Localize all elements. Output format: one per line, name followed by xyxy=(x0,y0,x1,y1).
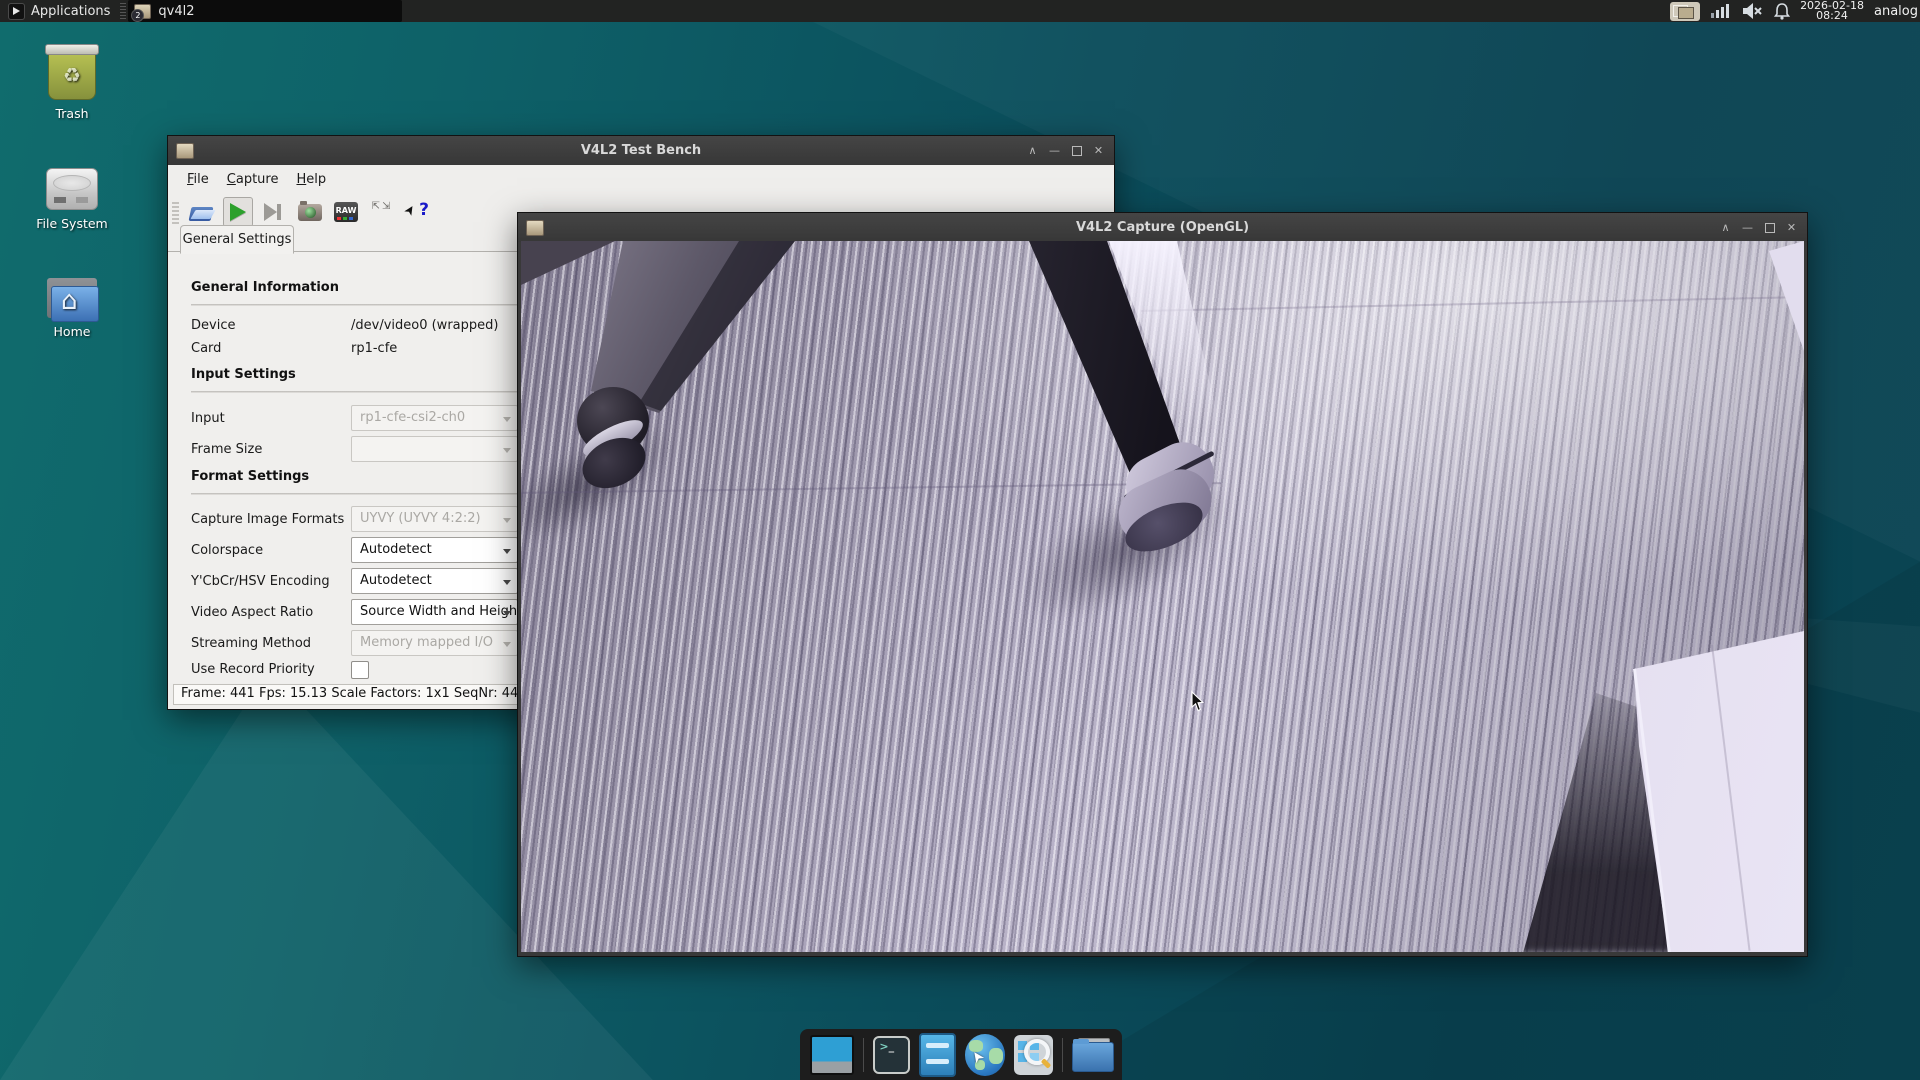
user-label: analog xyxy=(1874,4,1918,19)
capture-formats-select[interactable]: UYVY (UYVY 4:2:2) xyxy=(351,506,518,532)
dock-file-cabinet[interactable] xyxy=(919,1033,956,1077)
frame-size-label: Frame Size xyxy=(191,442,262,457)
notifications-bell-icon[interactable] xyxy=(1774,2,1790,20)
colorspace-label: Colorspace xyxy=(191,543,263,558)
dock: >_ xyxy=(800,1029,1122,1080)
menu-file[interactable]: File xyxy=(178,172,218,187)
desktop-icon-label: File System xyxy=(24,216,120,231)
aspect-ratio-select[interactable]: Source Width and Height xyxy=(351,599,518,625)
help-pointer-icon xyxy=(407,201,429,223)
device-value: /dev/video0 (wrapped) xyxy=(351,318,498,333)
taskbar-window-button[interactable]: 2 qv4l2 xyxy=(128,0,402,22)
panel-handle xyxy=(120,3,126,19)
snapshot-button[interactable] xyxy=(295,197,325,227)
streaming-method-label: Streaming Method xyxy=(191,636,311,651)
screen-tool-tray-icon[interactable] xyxy=(1670,2,1700,21)
record-priority-label: Use Record Priority xyxy=(191,662,315,677)
desktop-screen: Applications 2 qv4l2 xyxy=(0,0,1920,1080)
tab-general-settings[interactable]: General Settings xyxy=(180,225,294,254)
whats-this-button[interactable] xyxy=(403,197,433,227)
close-button[interactable]: ✕ xyxy=(1091,143,1106,158)
input-label: Input xyxy=(191,411,225,426)
chair-leg-left xyxy=(521,241,821,441)
dock-app-finder[interactable] xyxy=(1014,1035,1052,1075)
ycbcr-label: Y'CbCr/HSV Encoding xyxy=(191,574,330,589)
save-raw-button[interactable]: RAW xyxy=(331,197,361,227)
input-select[interactable]: rp1-cfe-csi2-ch0 xyxy=(351,405,518,431)
start-capture-button[interactable] xyxy=(223,197,253,227)
filesystem-icon xyxy=(46,168,98,210)
qv4l2-badge: 2 xyxy=(131,9,144,22)
record-priority-checkbox[interactable] xyxy=(351,661,369,679)
menubar: File Capture Help xyxy=(168,165,1114,194)
panel-tray: 2026-02-18 08:24 analog xyxy=(1670,1,1920,21)
carpet-seam xyxy=(1141,296,1804,312)
open-file-button[interactable] xyxy=(187,197,217,227)
raw-icon: RAW xyxy=(334,202,358,222)
resize-window-button[interactable]: ⇱⇲ xyxy=(367,197,397,227)
applications-menu-button[interactable]: Applications xyxy=(0,0,118,22)
section-format-settings: Format Settings xyxy=(191,469,309,484)
section-general-information: General Information xyxy=(191,280,339,295)
step-forward-icon xyxy=(264,203,284,221)
colorspace-select[interactable]: Autodetect xyxy=(351,537,518,563)
capture-formats-label: Capture Image Formats xyxy=(191,512,344,527)
chair-base-corner xyxy=(521,241,615,285)
desktop-icon-home[interactable]: Home xyxy=(24,272,120,339)
top-panel: Applications 2 qv4l2 xyxy=(0,0,1920,22)
taskbar-window-label: qv4l2 xyxy=(158,4,194,19)
step-frame-button[interactable] xyxy=(259,197,289,227)
window-title: V4L2 Test Bench xyxy=(168,143,1114,158)
dock-web-browser[interactable] xyxy=(965,1034,1005,1076)
applications-label: Applications xyxy=(31,4,110,19)
resize-arrows-icon: ⇱⇲ xyxy=(371,201,393,223)
dock-separator xyxy=(1062,1038,1063,1072)
video-feed xyxy=(521,241,1804,952)
toolbar-handle[interactable] xyxy=(172,200,179,224)
card-value: rp1-cfe xyxy=(351,341,397,356)
close-button[interactable]: ✕ xyxy=(1784,220,1799,235)
panel-clock[interactable]: 2026-02-18 08:24 xyxy=(1800,1,1864,21)
maximize-button[interactable] xyxy=(1762,220,1777,235)
mouse-cursor xyxy=(1191,691,1205,712)
minimize-button[interactable]: — xyxy=(1740,220,1755,235)
frame-size-select[interactable] xyxy=(351,436,518,462)
section-input-settings: Input Settings xyxy=(191,367,296,382)
window-title: V4L2 Capture (OpenGL) xyxy=(518,220,1807,235)
network-signal-icon[interactable] xyxy=(1710,2,1732,20)
minimize-button[interactable]: — xyxy=(1047,143,1062,158)
capture-window: V4L2 Capture (OpenGL) ∧ — ✕ xyxy=(517,212,1808,957)
card-label: Card xyxy=(191,341,221,356)
aspect-ratio-label: Video Aspect Ratio xyxy=(191,605,313,620)
dock-separator xyxy=(863,1038,864,1072)
trash-icon xyxy=(48,50,96,100)
open-icon xyxy=(190,203,214,221)
desktop-icon-label: Home xyxy=(24,324,120,339)
clock-time: 08:24 xyxy=(1816,11,1848,21)
dock-terminal[interactable]: >_ xyxy=(873,1036,910,1074)
menu-capture[interactable]: Capture xyxy=(218,172,288,187)
shade-button[interactable]: ∧ xyxy=(1718,220,1733,235)
streaming-method-select[interactable]: Memory mapped I/O xyxy=(351,630,518,656)
applications-icon xyxy=(8,3,25,20)
ycbcr-select[interactable]: Autodetect xyxy=(351,568,518,594)
device-label: Device xyxy=(191,318,235,333)
test-bench-titlebar[interactable]: V4L2 Test Bench ∧ — ✕ xyxy=(168,136,1114,165)
desktop-icon-filesystem[interactable]: File System xyxy=(24,160,120,231)
dock-file-manager[interactable] xyxy=(1072,1038,1112,1072)
desktop-icon-label: Trash xyxy=(24,106,120,121)
home-icon xyxy=(47,278,97,318)
qv4l2-app-icon: 2 xyxy=(134,4,151,19)
dock-show-desktop[interactable] xyxy=(810,1035,854,1075)
maximize-button[interactable] xyxy=(1069,143,1084,158)
menu-help[interactable]: Help xyxy=(287,172,335,187)
volume-muted-icon[interactable] xyxy=(1742,2,1764,20)
camera-icon xyxy=(298,204,322,221)
shade-button[interactable]: ∧ xyxy=(1025,143,1040,158)
play-icon xyxy=(230,203,246,221)
desktop-icon-trash[interactable]: Trash xyxy=(24,50,120,121)
capture-titlebar[interactable]: V4L2 Capture (OpenGL) ∧ — ✕ xyxy=(518,213,1807,242)
